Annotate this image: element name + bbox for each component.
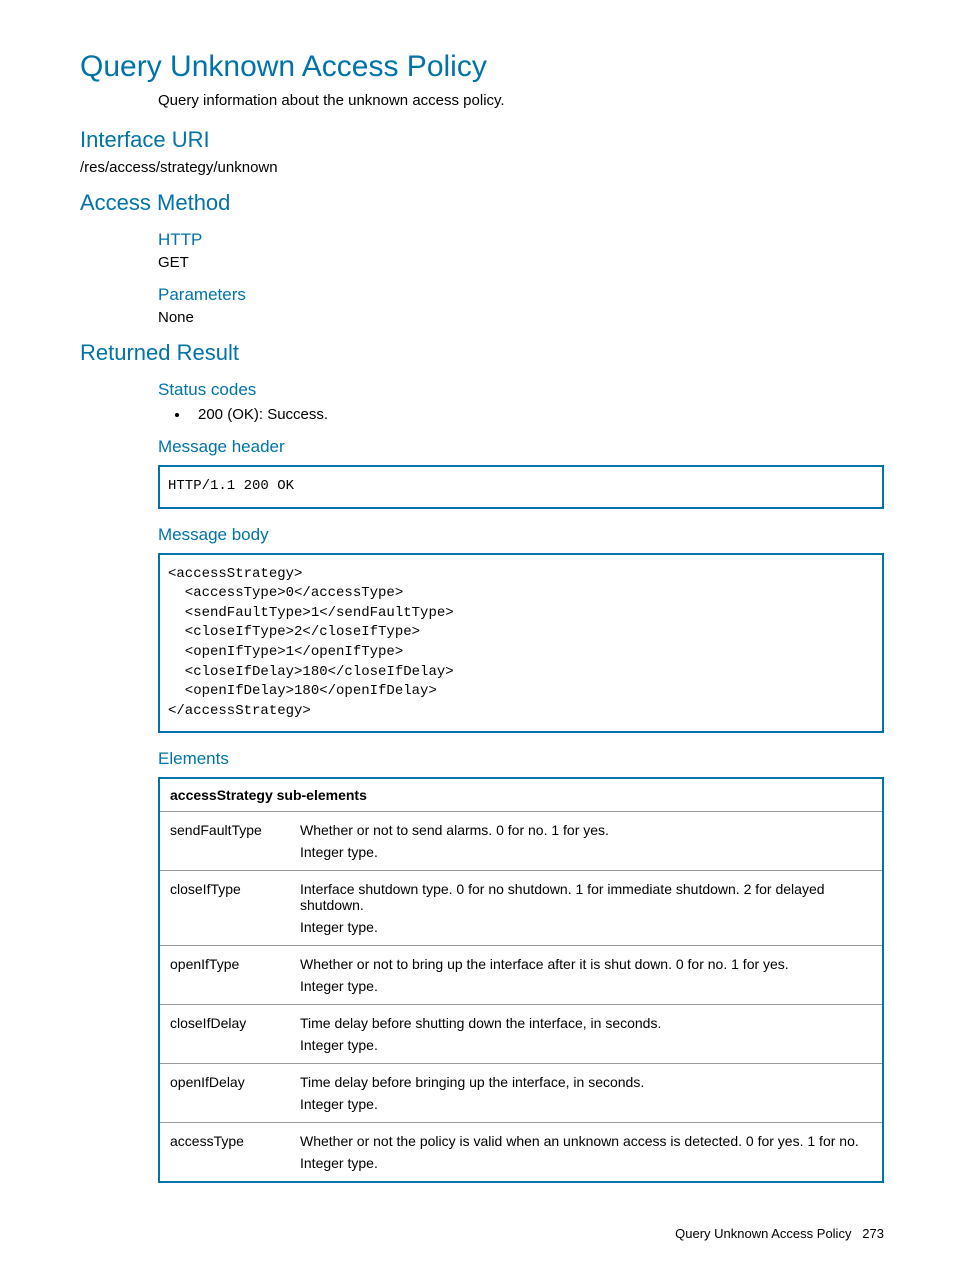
footer-title: Query Unknown Access Policy (675, 1226, 851, 1241)
heading-elements: Elements (158, 749, 884, 769)
heading-http: HTTP (158, 230, 884, 250)
parameters-value: None (158, 309, 884, 326)
elements-table: accessStrategy sub-elements sendFaultTyp… (158, 777, 884, 1183)
table-row: closeIfDelay Time delay before shutting … (159, 1005, 883, 1064)
table-row: openIfDelay Time delay before bringing u… (159, 1064, 883, 1123)
table-row: openIfType Whether or not to bring up th… (159, 946, 883, 1005)
heading-message-body: Message body (158, 525, 884, 545)
element-desc: Whether or not to bring up the interface… (290, 946, 883, 1005)
heading-interface-uri: Interface URI (80, 127, 884, 153)
table-header-row: accessStrategy sub-elements (159, 778, 883, 812)
heading-message-header: Message header (158, 437, 884, 457)
page-title: Query Unknown Access Policy (80, 50, 884, 84)
table-row: accessType Whether or not the policy is … (159, 1123, 883, 1183)
element-desc: Time delay before shutting down the inte… (290, 1005, 883, 1064)
element-name: closeIfType (159, 871, 290, 946)
status-codes-list: 200 (OK): Success. (158, 406, 884, 423)
heading-access-method: Access Method (80, 190, 884, 216)
footer-page-number: 273 (862, 1226, 884, 1241)
message-body-code: <accessStrategy> <accessType>0</accessTy… (158, 553, 884, 734)
element-name: sendFaultType (159, 812, 290, 871)
element-name: openIfType (159, 946, 290, 1005)
element-desc: Whether or not the policy is valid when … (290, 1123, 883, 1183)
heading-returned-result: Returned Result (80, 340, 884, 366)
heading-parameters: Parameters (158, 285, 884, 305)
page-footer: Query Unknown Access Policy 273 (675, 1226, 884, 1241)
page-description: Query information about the unknown acce… (158, 92, 884, 109)
http-method-value: GET (158, 254, 884, 271)
table-row: closeIfType Interface shutdown type. 0 f… (159, 871, 883, 946)
message-header-code: HTTP/1.1 200 OK (158, 465, 884, 509)
interface-uri-value: /res/access/strategy/unknown (80, 159, 884, 176)
table-row: sendFaultType Whether or not to send ala… (159, 812, 883, 871)
heading-status-codes: Status codes (158, 380, 884, 400)
element-name: closeIfDelay (159, 1005, 290, 1064)
element-name: accessType (159, 1123, 290, 1183)
element-desc: Interface shutdown type. 0 for no shutdo… (290, 871, 883, 946)
status-code-item: 200 (OK): Success. (190, 406, 884, 423)
table-header: accessStrategy sub-elements (159, 778, 883, 812)
element-name: openIfDelay (159, 1064, 290, 1123)
element-desc: Whether or not to send alarms. 0 for no.… (290, 812, 883, 871)
element-desc: Time delay before bringing up the interf… (290, 1064, 883, 1123)
